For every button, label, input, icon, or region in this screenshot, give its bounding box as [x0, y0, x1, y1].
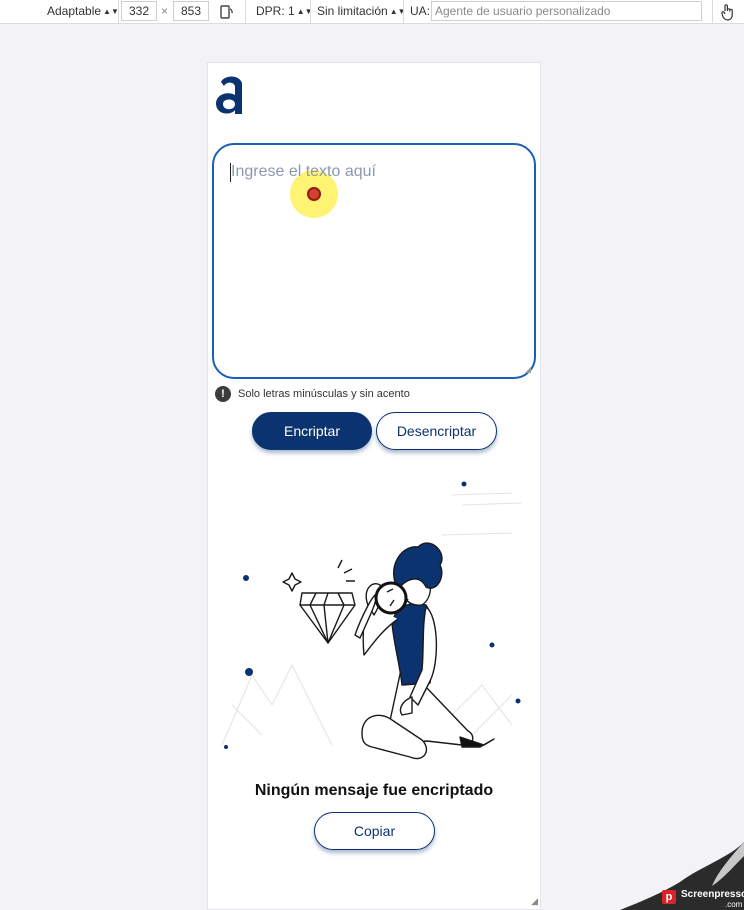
input-hint: ! Solo letras minúsculas y sin acento	[215, 386, 410, 402]
rotate-icon[interactable]	[218, 0, 234, 24]
device-viewport: Ingrese el texto aquí ◢ ! Solo letras mi…	[207, 62, 541, 910]
info-icon: !	[215, 386, 231, 402]
message-input[interactable]: Ingrese el texto aquí ◢	[212, 143, 536, 379]
toolbar-divider	[310, 0, 311, 24]
user-agent-input[interactable]: Agente de usuario personalizado	[431, 1, 702, 21]
height-input[interactable]: 853	[173, 1, 209, 21]
alura-logo-icon	[216, 76, 242, 114]
dpr-label: DPR: 1	[256, 4, 295, 18]
throttling-select[interactable]: Sin limitación ▲▼	[317, 0, 406, 24]
ua-label: UA:	[410, 4, 431, 18]
encrypt-button[interactable]: Encriptar	[252, 412, 372, 450]
resize-grip-icon[interactable]: ◢	[525, 365, 531, 374]
viewport-resize-icon[interactable]: ◢	[531, 896, 538, 907]
dimensions-mode-select[interactable]: Adaptable ▲▼	[47, 0, 119, 24]
dpr-select[interactable]: DPR: 1 ▲▼	[256, 0, 313, 24]
throttling-label: Sin limitación	[317, 4, 388, 18]
dimensions-mode-label: Adaptable	[47, 4, 102, 18]
width-input[interactable]: 332	[121, 1, 157, 21]
watermark-domain: .com	[725, 900, 743, 909]
input-placeholder: Ingrese el texto aquí	[231, 163, 376, 180]
text-caret	[230, 163, 231, 182]
decrypt-button[interactable]: Desencriptar	[376, 412, 497, 450]
toolbar-divider	[245, 0, 246, 24]
toolbar-divider	[403, 0, 404, 24]
select-arrows-icon: ▲▼	[103, 7, 119, 16]
hint-text: Solo letras minúsculas y sin acento	[238, 388, 410, 400]
mouse-pointer-icon	[307, 187, 321, 201]
watermark-name: Screenpresso	[681, 889, 744, 900]
times-sign: ×	[161, 4, 169, 18]
empty-state-message: Ningún mensaje fue encriptado	[254, 782, 494, 799]
screenpresso-logo-icon: p	[662, 890, 676, 904]
copy-button[interactable]: Copiar	[314, 812, 435, 850]
touch-hand-icon[interactable]	[721, 0, 735, 24]
person-searching-illustration	[221, 481, 523, 760]
device-toolbar: Adaptable ▲▼ 332 × 853 DPR: 1 ▲▼ Sin limit…	[0, 0, 744, 24]
screenpresso-watermark: p Screenpresso .com	[620, 842, 744, 910]
toolbar-divider	[118, 0, 119, 24]
toolbar-divider	[712, 0, 713, 24]
